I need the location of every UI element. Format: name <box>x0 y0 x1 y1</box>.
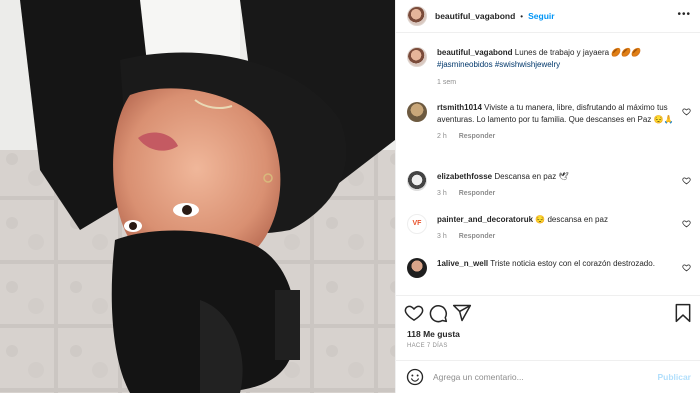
author-avatar[interactable] <box>407 6 427 26</box>
comment-icon[interactable] <box>428 303 448 323</box>
separator-dot: • <box>520 11 524 21</box>
post-image <box>0 0 395 393</box>
reply-button[interactable]: Responder <box>459 133 496 140</box>
post-photo[interactable] <box>0 0 395 393</box>
smiley-icon[interactable] <box>406 368 424 386</box>
comment-meta: 3 h Responder <box>437 233 692 240</box>
comment-text: painter_and_decoratoruk 😔 descansa en pa… <box>437 214 677 226</box>
comment-item: rtsmith1014 Viviste a tu manera, libre, … <box>407 102 692 140</box>
like-comment-heart-icon[interactable] <box>682 107 691 116</box>
comment-username[interactable]: 1alive_n_well <box>437 259 488 268</box>
caption-username[interactable]: beautiful_vagabond <box>437 48 513 57</box>
author-username[interactable]: beautiful_vagabond <box>435 11 515 21</box>
post-header: beautiful_vagabond • Seguir ••• <box>396 0 700 33</box>
comment-text: 1alive_n_well Triste noticia estoy con e… <box>437 258 677 270</box>
comment-item: elizabethfosse Descansa en paz 🕊 3 h Res… <box>407 171 692 197</box>
comment-body: Triste noticia estoy con el corazón dest… <box>490 259 655 268</box>
publish-button[interactable]: Publicar <box>657 372 691 382</box>
caption-avatar[interactable] <box>407 47 427 67</box>
comment-avatar[interactable] <box>407 258 427 278</box>
add-comment-bar: Publicar <box>396 360 700 393</box>
reply-button[interactable]: Responder <box>459 190 496 197</box>
comment-meta: 3 h Responder <box>437 190 692 197</box>
comment-body: Descansa en paz 🕊 <box>494 172 569 181</box>
comment-item: 1alive_n_well Triste noticia estoy con e… <box>407 258 692 278</box>
caption-hashtags[interactable]: #jasmineobidos #swishwishjewelry <box>437 60 560 69</box>
comment-text: rtsmith1014 Viviste a tu manera, libre, … <box>437 102 677 126</box>
comment-username[interactable]: painter_and_decoratoruk <box>437 215 533 224</box>
bookmark-icon[interactable] <box>673 303 693 323</box>
comment-item: VF painter_and_decoratoruk 😔 descansa en… <box>407 214 692 240</box>
comment-avatar[interactable] <box>407 171 427 191</box>
caption-text: beautiful_vagabond Lunes de trabajo y ja… <box>437 47 692 71</box>
post-caption: beautiful_vagabond Lunes de trabajo y ja… <box>407 47 692 86</box>
like-count[interactable]: 118 Me gusta <box>407 329 460 339</box>
like-comment-heart-icon[interactable] <box>682 263 691 272</box>
comment-username[interactable]: rtsmith1014 <box>437 103 482 112</box>
comment-time: 3 h <box>437 233 447 240</box>
comment-username[interactable]: elizabethfosse <box>437 172 492 181</box>
caption-time: 1 sem <box>437 79 457 86</box>
comment-time: 3 h <box>437 190 447 197</box>
comment-input[interactable] <box>433 372 643 382</box>
comment-meta: 2 h Responder <box>437 133 692 140</box>
comments-list[interactable]: beautiful_vagabond Lunes de trabajo y ja… <box>396 33 700 295</box>
post-date: HACE 7 DÍAS <box>407 343 448 349</box>
comment-avatar[interactable]: VF <box>407 214 427 234</box>
heart-icon[interactable] <box>404 303 424 323</box>
comment-text: elizabethfosse Descansa en paz 🕊 <box>437 171 677 183</box>
post-actions: 118 Me gusta HACE 7 DÍAS <box>396 295 700 357</box>
more-horizontal-icon[interactable]: ••• <box>677 9 691 20</box>
like-comment-heart-icon[interactable] <box>682 176 691 185</box>
comment-time: 2 h <box>437 133 447 140</box>
follow-button[interactable]: Seguir <box>528 11 554 21</box>
like-comment-heart-icon[interactable] <box>682 219 691 228</box>
comment-avatar[interactable] <box>407 102 427 122</box>
share-icon[interactable] <box>452 303 472 323</box>
caption-emoji: 🏉🏉🏉 <box>611 48 642 57</box>
comment-body: 😔 descansa en paz <box>535 215 608 224</box>
caption-body: Lunes de trabajo y jayaera <box>514 48 610 57</box>
action-icons <box>404 303 476 323</box>
post-side-panel: beautiful_vagabond • Seguir ••• beautifu… <box>395 0 700 393</box>
reply-button[interactable]: Responder <box>459 233 496 240</box>
